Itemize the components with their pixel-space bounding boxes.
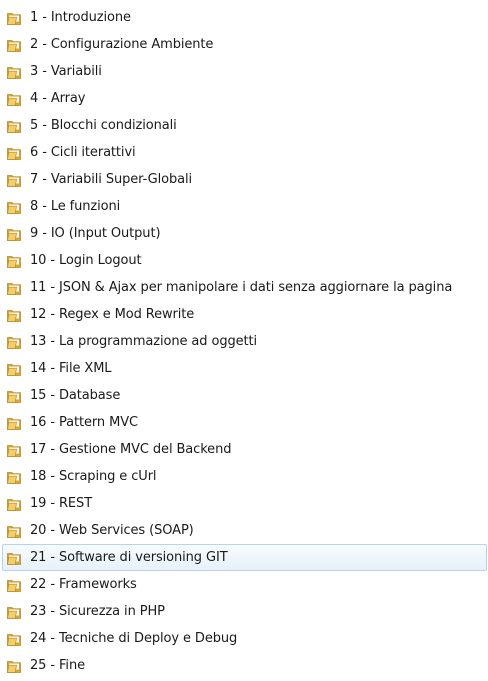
folder-label: 8 - Le funzioni (30, 198, 121, 214)
folder-label: 14 - File XML (30, 360, 112, 376)
folder-label: 4 - Array (30, 90, 86, 106)
folder-label: 19 - REST (30, 495, 93, 511)
folder-item[interactable]: 24 - Tecniche di Deploy e Debug (0, 625, 488, 652)
folder-label: 12 - Regex e Mod Rewrite (30, 306, 195, 322)
folder-icon (7, 120, 21, 133)
folder-label: 7 - Variabili Super-Globali (30, 171, 193, 187)
folder-item[interactable]: 25 - Fine (0, 652, 488, 679)
folder-icon (7, 93, 21, 106)
folder-item[interactable]: 4 - Array (0, 85, 488, 112)
folder-icon (7, 228, 21, 241)
folder-item[interactable]: 1 - Introduzione (0, 4, 488, 31)
folder-icon (7, 336, 21, 349)
folder-label: 16 - Pattern MVC (30, 414, 138, 430)
folder-icon (7, 579, 21, 592)
folder-icon (7, 660, 21, 673)
folder-label: 20 - Web Services (SOAP) (30, 522, 194, 538)
folder-icon (7, 417, 21, 430)
folder-item[interactable]: 8 - Le funzioni (0, 193, 488, 220)
folder-label: 1 - Introduzione (30, 9, 131, 25)
folder-label: 23 - Sicurezza in PHP (30, 603, 165, 619)
folder-item[interactable]: 12 - Regex e Mod Rewrite (0, 301, 488, 328)
folder-item[interactable]: 6 - Cicli iterattivi (0, 139, 488, 166)
folder-label: 3 - Variabili (30, 63, 102, 79)
folder-icon (7, 174, 21, 187)
folder-item[interactable]: 21 - Software di versioning GIT (2, 544, 487, 571)
folder-icon (7, 309, 21, 322)
folder-label: 9 - IO (Input Output) (30, 225, 161, 241)
folder-icon (7, 255, 21, 268)
folder-icon (7, 552, 21, 565)
folder-icon (7, 363, 21, 376)
folder-icon (7, 606, 21, 619)
folder-item[interactable]: 7 - Variabili Super-Globali (0, 166, 488, 193)
folder-icon (7, 498, 21, 511)
folder-label: 13 - La programmazione ad oggetti (30, 333, 258, 349)
folder-label: 2 - Configurazione Ambiente (30, 36, 214, 52)
folder-label: 11 - JSON & Ajax per manipolare i dati s… (30, 279, 453, 295)
folder-label: 6 - Cicli iterattivi (30, 144, 136, 160)
folder-label: 21 - Software di versioning GIT (30, 549, 228, 565)
folder-item[interactable]: 5 - Blocchi condizionali (0, 112, 488, 139)
folder-list: 1 - Introduzione 2 - Configurazione Ambie… (0, 4, 488, 679)
folder-icon (7, 444, 21, 457)
folder-item[interactable]: 15 - Database (0, 382, 488, 409)
folder-icon (7, 633, 21, 646)
folder-label: 24 - Tecniche di Deploy e Debug (30, 630, 238, 646)
folder-icon (7, 471, 21, 484)
folder-item[interactable]: 9 - IO (Input Output) (0, 220, 488, 247)
folder-label: 5 - Blocchi condizionali (30, 117, 177, 133)
folder-label: 22 - Frameworks (30, 576, 137, 592)
folder-icon (7, 525, 21, 538)
folder-icon (7, 390, 21, 403)
folder-label: 17 - Gestione MVC del Backend (30, 441, 232, 457)
folder-item[interactable]: 11 - JSON & Ajax per manipolare i dati s… (0, 274, 488, 301)
folder-item[interactable]: 23 - Sicurezza in PHP (0, 598, 488, 625)
folder-item[interactable]: 10 - Login Logout (0, 247, 488, 274)
folder-label: 25 - Fine (30, 657, 85, 673)
folder-item[interactable]: 22 - Frameworks (0, 571, 488, 598)
folder-item[interactable]: 2 - Configurazione Ambiente (0, 31, 488, 58)
folder-label: 18 - Scraping e cUrl (30, 468, 157, 484)
folder-icon (7, 201, 21, 214)
folder-item[interactable]: 3 - Variabili (0, 58, 488, 85)
folder-item[interactable]: 13 - La programmazione ad oggetti (0, 328, 488, 355)
folder-icon (7, 66, 21, 79)
folder-item[interactable]: 19 - REST (0, 490, 488, 517)
folder-icon (7, 39, 21, 52)
folder-item[interactable]: 17 - Gestione MVC del Backend (0, 436, 488, 463)
folder-label: 10 - Login Logout (30, 252, 142, 268)
folder-icon (7, 147, 21, 160)
folder-label: 15 - Database (30, 387, 121, 403)
folder-item[interactable]: 18 - Scraping e cUrl (0, 463, 488, 490)
folder-item[interactable]: 20 - Web Services (SOAP) (0, 517, 488, 544)
folder-icon (7, 282, 21, 295)
folder-item[interactable]: 16 - Pattern MVC (0, 409, 488, 436)
folder-icon (7, 12, 21, 25)
folder-item[interactable]: 14 - File XML (0, 355, 488, 382)
